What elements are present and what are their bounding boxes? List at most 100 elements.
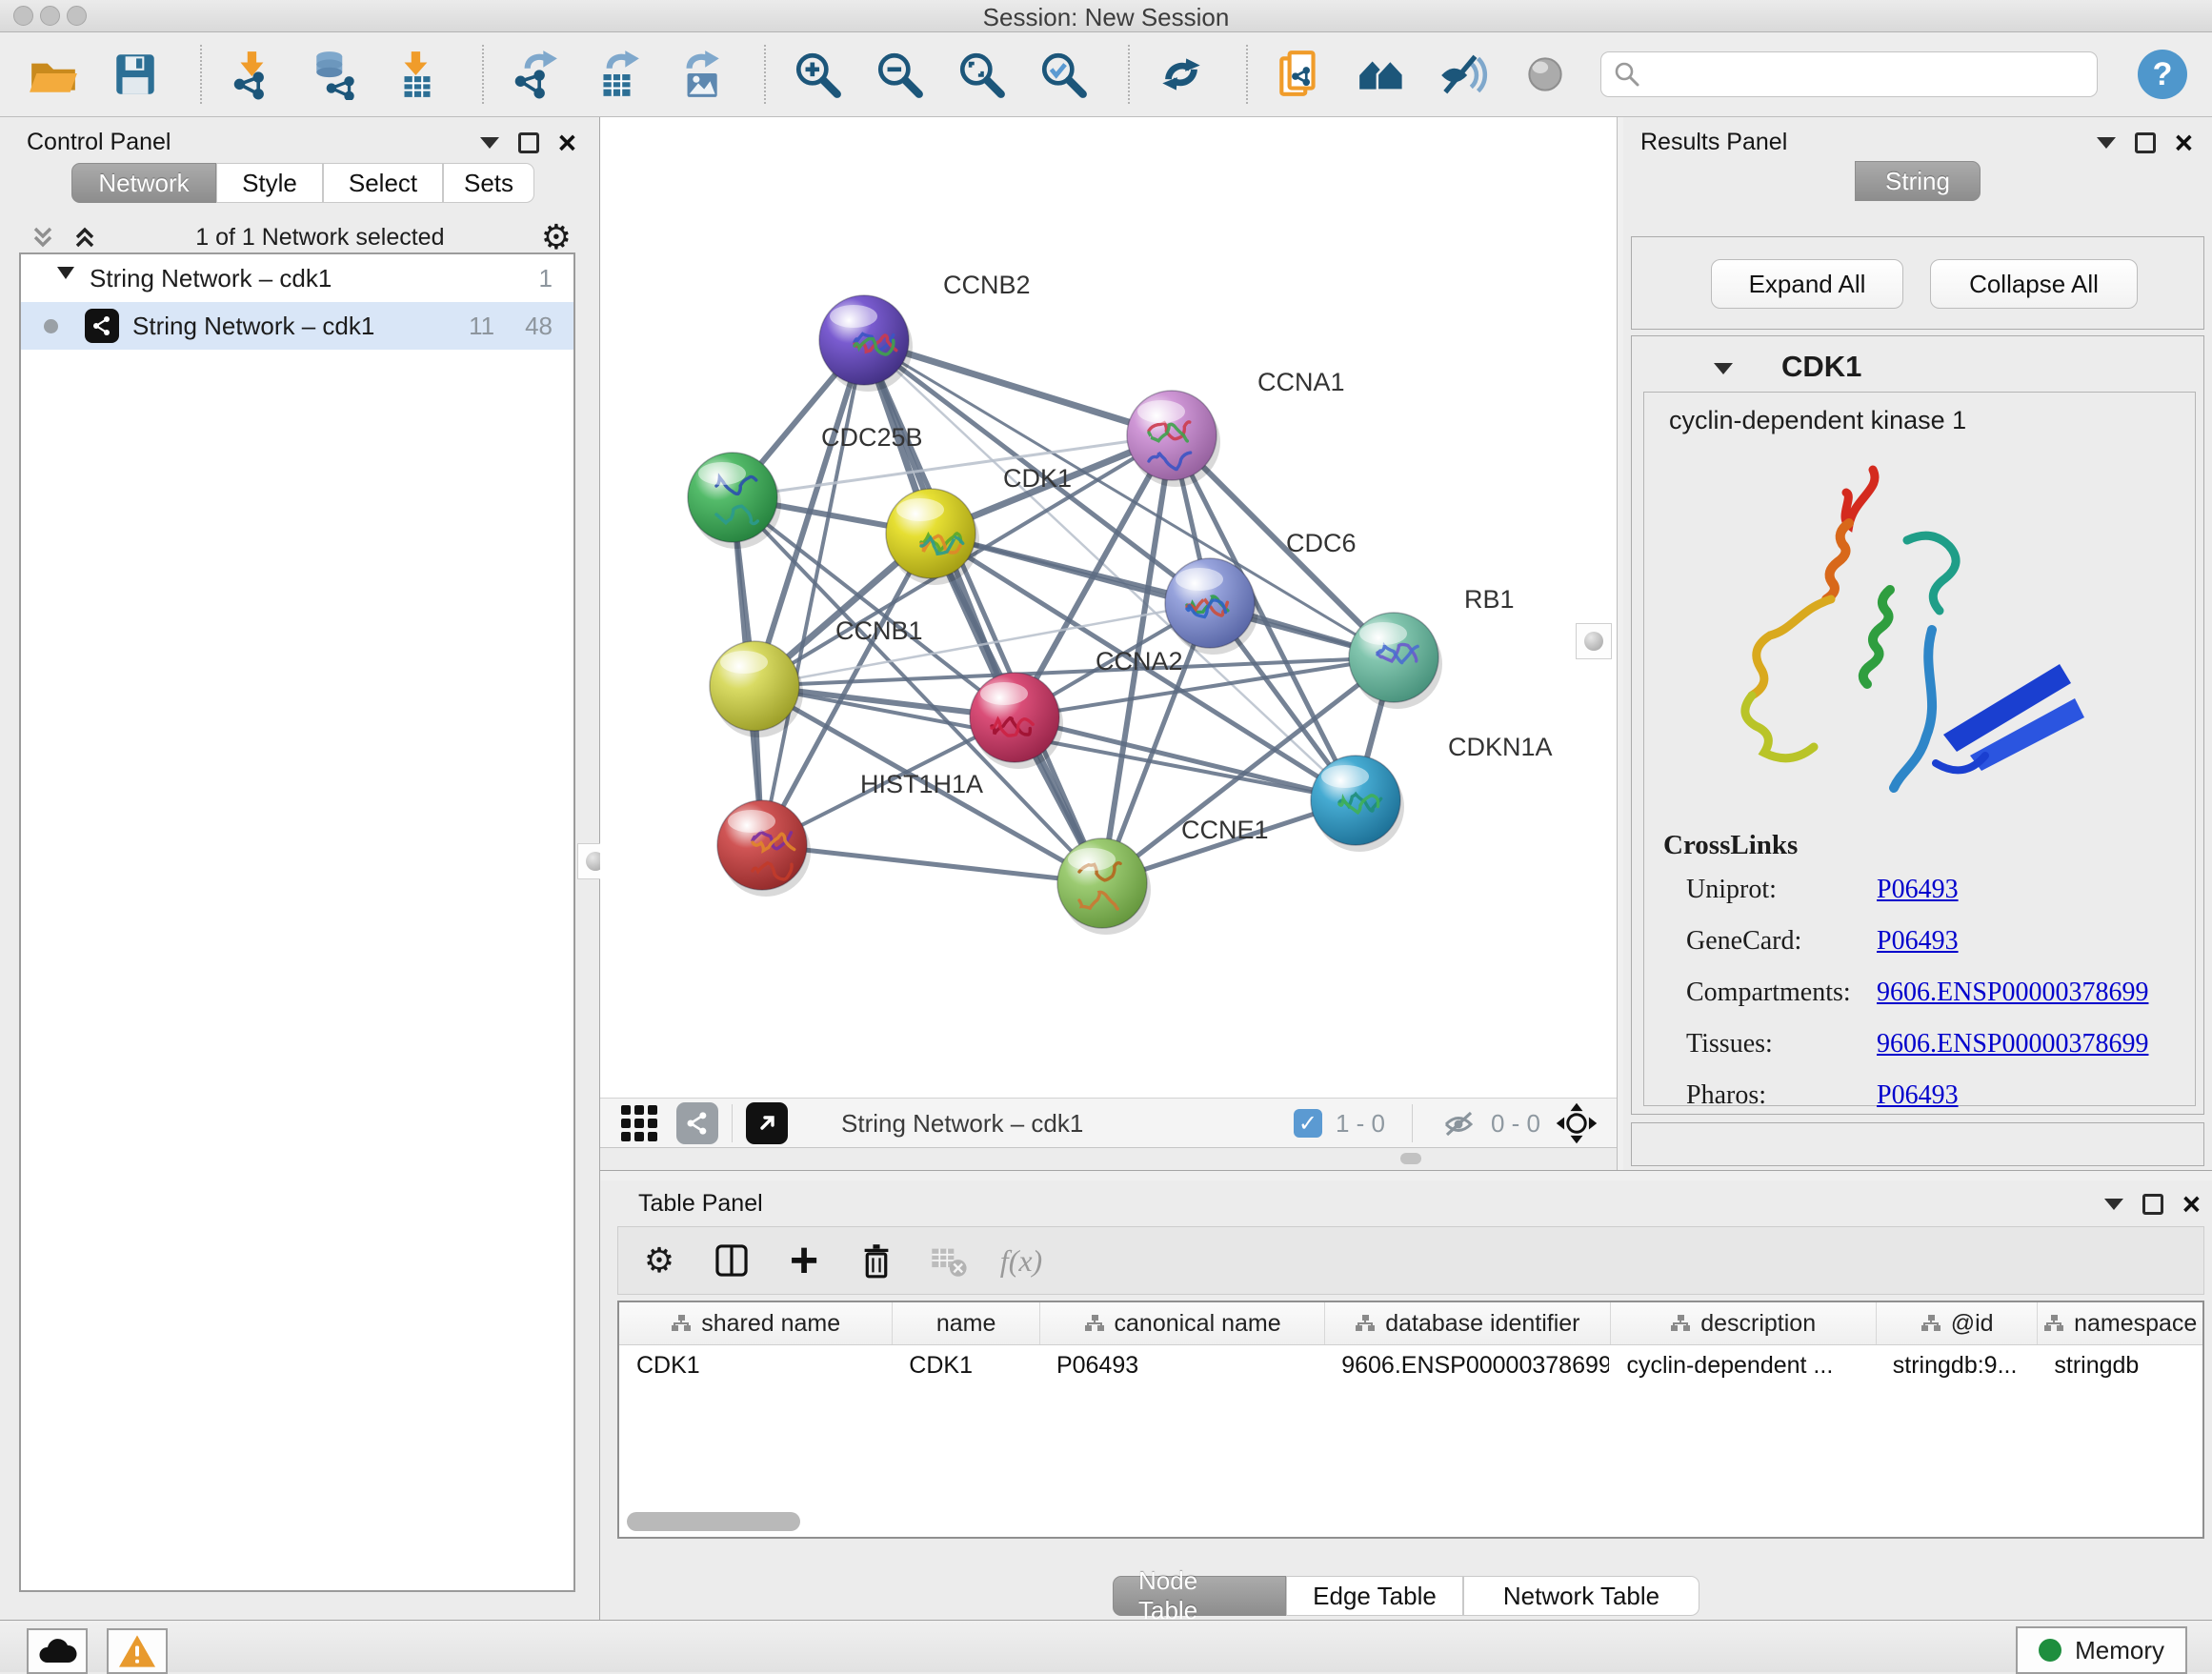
open-session-button[interactable] bbox=[27, 48, 80, 101]
close-panel-icon[interactable]: × bbox=[558, 132, 576, 153]
float-panel-icon[interactable] bbox=[2135, 132, 2156, 153]
export-table-button[interactable] bbox=[591, 48, 644, 101]
tab-network[interactable]: Network bbox=[71, 163, 216, 203]
tab-string[interactable]: String bbox=[1855, 161, 1981, 201]
network-collection-row[interactable]: String Network – cdk1 1 bbox=[21, 254, 573, 302]
network-edge-CDC25B-CCNA1[interactable] bbox=[733, 435, 1172, 497]
genecard-link[interactable]: P06493 bbox=[1877, 926, 2195, 957]
tissues-link[interactable]: 9606.ENSP00000378699 bbox=[1877, 1029, 2195, 1059]
gene-section: CDK1 cyclin-dependent kinase 1 CrossLink… bbox=[1631, 335, 2204, 1115]
export-network-button[interactable] bbox=[509, 48, 562, 101]
open-in-new-window-icon[interactable] bbox=[746, 1102, 788, 1144]
delete-column-trash-icon[interactable] bbox=[849, 1236, 904, 1285]
network-node-RB1[interactable]: RB1 bbox=[1349, 585, 1515, 709]
close-panel-icon[interactable]: × bbox=[2182, 1194, 2201, 1215]
horizontal-scrollbar-thumb[interactable] bbox=[627, 1512, 800, 1531]
network-graph[interactable]: CCNB2CCNA1CDC25BCDK1CDC6RB1CCNB1CCNA2CDK… bbox=[600, 117, 1617, 1098]
column-header-name[interactable]: name bbox=[892, 1302, 1039, 1344]
node-table: shared name name canonical name database… bbox=[617, 1301, 2204, 1539]
collapse-all-networks-icon[interactable] bbox=[70, 223, 99, 252]
network-row-selected[interactable]: String Network – cdk1 11 48 bbox=[21, 302, 573, 350]
network-share-chip-icon[interactable] bbox=[676, 1102, 718, 1144]
tab-network-table[interactable]: Network Table bbox=[1463, 1576, 1699, 1616]
search-input[interactable] bbox=[1649, 60, 2072, 89]
network-node-CCNB2[interactable]: CCNB2 bbox=[819, 271, 1031, 392]
export-image-button[interactable] bbox=[673, 48, 726, 101]
add-column-plus-icon[interactable]: + bbox=[776, 1236, 832, 1285]
column-header-database-identifier[interactable]: database identifier bbox=[1324, 1302, 1609, 1344]
memory-button[interactable]: Memory bbox=[2016, 1626, 2187, 1674]
cell-description[interactable]: cyclin-dependent ... bbox=[1609, 1345, 1875, 1385]
tab-style[interactable]: Style bbox=[216, 163, 323, 203]
network-edge-CCNB2-HIST1H1A[interactable] bbox=[762, 340, 864, 845]
expand-all-button[interactable]: Expand All bbox=[1711, 259, 1903, 309]
splitter-handle-right[interactable] bbox=[1576, 623, 1612, 659]
cell-database-identifier[interactable]: 9606.ENSP00000378699 bbox=[1324, 1345, 1609, 1385]
table-row[interactable]: CDK1 CDK1 P06493 9606.ENSP00000378699 cy… bbox=[619, 1345, 2202, 1385]
column-header-id[interactable]: @id bbox=[1876, 1302, 2038, 1344]
control-panel: Control Panel × Network Style Select Set… bbox=[0, 117, 600, 1620]
zoom-out-button[interactable] bbox=[873, 48, 926, 101]
network-canvas[interactable]: CCNB2CCNA1CDC25BCDK1CDC6RB1CCNB1CCNA2CDK… bbox=[600, 117, 1617, 1098]
hide-results-button[interactable] bbox=[1437, 48, 1490, 101]
open-folder-icon bbox=[28, 49, 79, 100]
show-results-button[interactable] bbox=[1518, 48, 1572, 101]
collapse-all-button[interactable]: Collapse All bbox=[1930, 259, 2138, 309]
panel-menu-icon[interactable] bbox=[2104, 1199, 2123, 1210]
save-session-button[interactable] bbox=[109, 48, 162, 101]
network-edge-count: 48 bbox=[525, 312, 553, 341]
tab-node-table[interactable]: Node Table bbox=[1113, 1576, 1286, 1616]
grid-view-icon[interactable] bbox=[621, 1105, 657, 1141]
panel-menu-icon[interactable] bbox=[2097, 137, 2116, 149]
column-header-shared-name[interactable]: shared name bbox=[619, 1302, 892, 1344]
crosslink-label: Compartments: bbox=[1686, 978, 1877, 1008]
column-header-canonical-name[interactable]: canonical name bbox=[1039, 1302, 1324, 1344]
close-panel-icon[interactable]: × bbox=[2175, 132, 2193, 153]
uniprot-link[interactable]: P06493 bbox=[1877, 875, 2195, 905]
network-node-CDKN1A[interactable]: CDKN1A bbox=[1311, 733, 1553, 852]
string-home-button[interactable] bbox=[1355, 48, 1408, 101]
cell-namespace[interactable]: stringdb bbox=[2037, 1345, 2202, 1385]
pharos-link[interactable]: P06493 bbox=[1877, 1080, 2195, 1111]
column-tree-icon bbox=[1084, 1313, 1105, 1334]
import-network-button[interactable] bbox=[227, 48, 280, 101]
cell-canonical-name[interactable]: P06493 bbox=[1039, 1345, 1324, 1385]
cloud-button[interactable] bbox=[27, 1628, 88, 1674]
import-table-button[interactable] bbox=[391, 48, 444, 101]
show-columns-icon[interactable] bbox=[704, 1236, 759, 1285]
cell-name[interactable]: CDK1 bbox=[892, 1345, 1039, 1385]
network-node-CCNA1[interactable]: CCNA1 bbox=[1127, 368, 1345, 487]
compartments-link[interactable]: 9606.ENSP00000378699 bbox=[1877, 978, 2195, 1008]
update-network-button[interactable] bbox=[1155, 48, 1208, 101]
tree-expander-icon[interactable] bbox=[57, 267, 74, 290]
warning-button[interactable] bbox=[107, 1628, 168, 1674]
node-label-RB1: RB1 bbox=[1464, 585, 1515, 614]
crosshair-icon[interactable] bbox=[1554, 1100, 1599, 1146]
gear-icon[interactable]: ⚙ bbox=[541, 220, 572, 254]
selected-checkbox-icon[interactable]: ✓ bbox=[1294, 1109, 1322, 1138]
network-edge-HIST1H1A-CCNE1[interactable] bbox=[762, 845, 1102, 883]
zoom-selected-button[interactable] bbox=[1036, 48, 1090, 101]
tab-sets[interactable]: Sets bbox=[443, 163, 534, 203]
tab-edge-table[interactable]: Edge Table bbox=[1286, 1576, 1463, 1616]
column-header-namespace[interactable]: namespace bbox=[2037, 1302, 2202, 1344]
network-edge-CCNB2-CCNE1[interactable] bbox=[864, 340, 1102, 883]
section-collapse-icon[interactable] bbox=[1714, 363, 1733, 374]
zoom-fit-button[interactable] bbox=[955, 48, 1008, 101]
zoom-in-button[interactable] bbox=[791, 48, 844, 101]
float-panel-icon[interactable] bbox=[518, 132, 539, 153]
memory-label: Memory bbox=[2075, 1636, 2164, 1665]
panel-menu-icon[interactable] bbox=[480, 137, 499, 149]
float-panel-icon[interactable] bbox=[2142, 1194, 2163, 1215]
column-header-description[interactable]: description bbox=[1610, 1302, 1876, 1344]
search-field[interactable] bbox=[1600, 51, 2098, 97]
tab-select[interactable]: Select bbox=[323, 163, 443, 203]
expand-all-networks-icon[interactable] bbox=[29, 223, 57, 252]
share-document-button[interactable] bbox=[1273, 48, 1326, 101]
import-network-from-database-button[interactable] bbox=[309, 48, 362, 101]
cell-id[interactable]: stringdb:9... bbox=[1876, 1345, 2038, 1385]
splitter-grip-dot[interactable] bbox=[1400, 1153, 1421, 1164]
table-settings-gear-icon[interactable]: ⚙ bbox=[632, 1236, 687, 1285]
help-button[interactable]: ? bbox=[2138, 50, 2187, 99]
cell-shared-name[interactable]: CDK1 bbox=[619, 1345, 892, 1385]
